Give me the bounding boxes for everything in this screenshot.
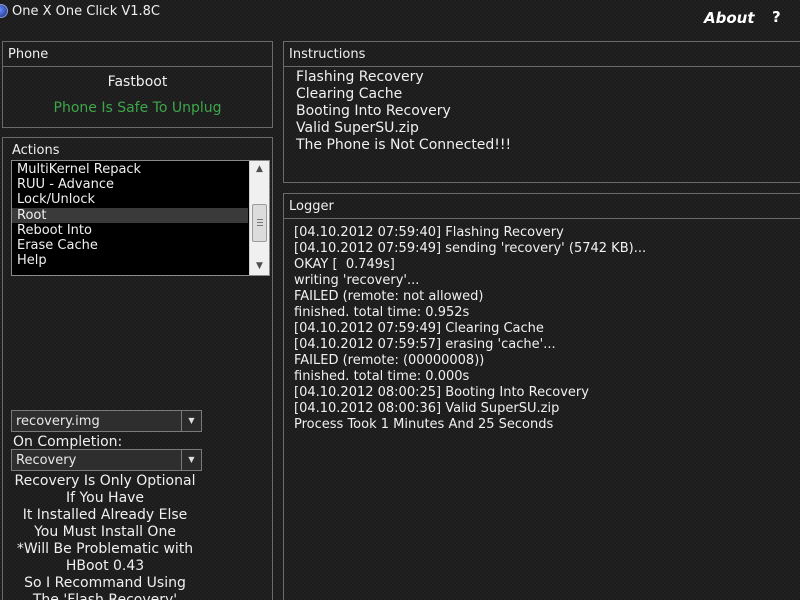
scroll-down-arrow-icon[interactable]: ▼ xyxy=(250,258,269,275)
list-item[interactable]: Reboot Into xyxy=(12,223,248,238)
instructions-panel: Instructions Flashing Recovery Clearing C… xyxy=(283,41,800,183)
on-completion-value: Recovery xyxy=(16,453,77,468)
instruction-item: Booting Into Recovery xyxy=(296,103,451,119)
actions-list: MultiKernel Repack RUU - Advance Lock/Unlo… xyxy=(12,162,248,268)
window-title: One X One Click V1.8C xyxy=(12,4,160,19)
logger-panel: Logger [04.10.2012 07:59:40] Flashing Re… xyxy=(283,193,800,600)
log-line: Process Took 1 Minutes And 25 Seconds xyxy=(294,417,554,432)
log-line: OKAY [ 0.749s] xyxy=(294,257,395,272)
log-line: [04.10.2012 08:00:36] Valid SuperSU.zip xyxy=(294,401,560,416)
app-icon xyxy=(0,4,8,18)
log-line: [04.10.2012 07:59:49] Clearing Cache xyxy=(294,321,544,336)
about-link[interactable]: About xyxy=(704,9,755,27)
note-line: The 'Flash Recovery' xyxy=(32,592,178,600)
note-line: HBoot 0.43 xyxy=(65,558,145,574)
log-line: FAILED (remote: not allowed) xyxy=(294,289,484,304)
actions-scrollbar[interactable]: ▲ ▼ xyxy=(249,161,269,275)
help-link[interactable]: ? xyxy=(772,8,781,26)
log-line: writing 'recovery'... xyxy=(294,273,420,288)
list-item[interactable]: MultiKernel Repack xyxy=(12,162,248,177)
note-line: Recovery Is Only Optional xyxy=(14,473,196,489)
list-item[interactable]: RUU - Advance xyxy=(12,177,248,192)
list-item[interactable]: Lock/Unlock xyxy=(12,192,248,207)
actions-panel: Actions MultiKernel Repack RUU - Advance L… xyxy=(2,137,273,600)
list-item[interactable]: Help xyxy=(12,253,248,268)
title-bar: One X One Click V1.8C About ? xyxy=(0,0,800,34)
chevron-down-icon[interactable]: ▼ xyxy=(181,450,201,470)
thumb-grip-line xyxy=(257,222,263,223)
note-line: So I Recommand Using xyxy=(24,575,186,591)
instruction-item: The Phone is Not Connected!!! xyxy=(296,137,512,153)
instruction-item: Flashing Recovery xyxy=(296,69,424,85)
instructions-list: Flashing Recovery Clearing Cache Booting I… xyxy=(296,69,511,154)
list-item[interactable]: Erase Cache xyxy=(12,238,248,253)
log-line: FAILED (remote: (00000008)) xyxy=(294,353,485,368)
log-line: [04.10.2012 07:59:40] Flashing Recovery xyxy=(294,225,564,240)
logger-output: [04.10.2012 07:59:40] Flashing Recovery[… xyxy=(294,225,646,433)
phone-panel-header: Phone xyxy=(3,42,272,67)
log-line: finished. total time: 0.952s xyxy=(294,305,470,320)
instruction-item: Valid SuperSU.zip xyxy=(296,120,419,136)
list-item[interactable]: Root xyxy=(12,207,248,223)
recovery-file-value: recovery.img xyxy=(16,414,100,429)
recovery-note: Recovery Is Only Optional If You Have It I… xyxy=(7,473,203,600)
scroll-up-arrow-icon[interactable]: ▲ xyxy=(250,161,269,178)
note-line: It Installed Already Else xyxy=(22,507,188,523)
phone-panel: Phone Fastboot Phone Is Safe To Unplug xyxy=(2,41,273,128)
logger-panel-header: Logger xyxy=(284,194,800,219)
thumb-grip-line xyxy=(257,225,263,226)
log-line: finished. total time: 0.000s xyxy=(294,369,470,384)
scroll-thumb[interactable] xyxy=(252,204,267,242)
phone-status-text: Phone Is Safe To Unplug xyxy=(53,100,222,116)
note-line: If You Have xyxy=(65,490,145,506)
actions-listbox[interactable]: MultiKernel Repack RUU - Advance Lock/Unlo… xyxy=(11,160,270,276)
thumb-grip-line xyxy=(257,219,263,220)
recovery-file-select[interactable]: recovery.img ▼ xyxy=(11,410,202,432)
log-line: [04.10.2012 07:59:49] sending 'recovery'… xyxy=(294,241,647,256)
instructions-panel-header: Instructions xyxy=(284,42,800,67)
log-line: [04.10.2012 07:59:57] erasing 'cache'... xyxy=(294,337,556,352)
chevron-down-icon[interactable]: ▼ xyxy=(181,411,201,431)
log-line: [04.10.2012 08:00:25] Booting Into Recov… xyxy=(294,385,589,400)
note-line: *Will Be Problematic with xyxy=(16,541,194,557)
instruction-item: Clearing Cache xyxy=(296,86,403,102)
phone-mode-text: Fastboot xyxy=(107,74,168,90)
note-line: You Must Install One xyxy=(34,524,176,540)
on-completion-label: On Completion: xyxy=(13,434,123,450)
on-completion-select[interactable]: Recovery ▼ xyxy=(11,449,202,471)
